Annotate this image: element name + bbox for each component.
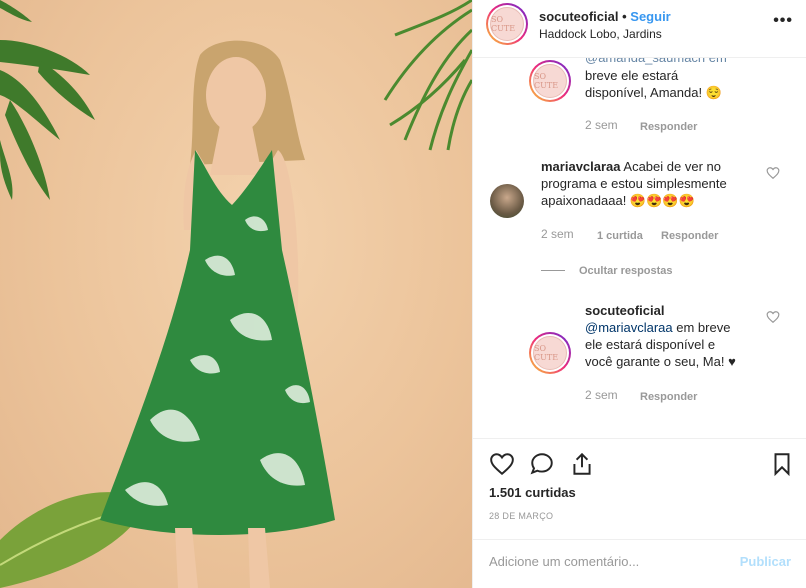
palm-leaf-left [0, 0, 95, 200]
reply-button[interactable]: Responder [640, 389, 697, 403]
comment-icon[interactable] [529, 451, 555, 477]
commenter-avatar[interactable] [490, 184, 524, 218]
commenter-username[interactable]: mariavclaraa [541, 159, 621, 174]
avatar-logo-text: SO CUTE [534, 72, 559, 90]
model-figure [100, 40, 335, 588]
comment-time[interactable]: 2 sem [541, 227, 574, 241]
post-image [0, 0, 472, 588]
share-icon[interactable] [569, 451, 595, 477]
location-link[interactable]: Haddock Lobo, Jardins [539, 27, 662, 41]
reply-button[interactable]: Responder [661, 228, 718, 242]
post-actions: 1.501 curtidas 28 DE MARÇO Adicione um c… [473, 438, 806, 588]
mention-link[interactable]: @mariavclaraa [585, 320, 673, 335]
reply-button[interactable]: Responder [640, 119, 697, 133]
reply-avatar[interactable]: SO CUTE [529, 60, 571, 102]
comment-partial-line: @amanda_saumach em [585, 58, 727, 67]
comment-text: você garante o seu, Ma! ♥ [585, 354, 736, 369]
post-header: SO CUTE socuteoficial • Seguir Haddock L… [473, 0, 806, 58]
avatar-logo-text: SO CUTE [491, 15, 516, 33]
palm-leaf-right [383, 0, 472, 151]
heart-icon[interactable] [766, 166, 780, 180]
username-link[interactable]: socuteoficial [539, 9, 618, 24]
comment-likes[interactable]: 1 curtida [597, 228, 643, 242]
reply-avatar[interactable]: SO CUTE [529, 332, 571, 374]
heart-icon[interactable] [489, 451, 515, 477]
post-panel: SO CUTE socuteoficial • Seguir Haddock L… [472, 0, 806, 588]
commenter-username: socuteoficial [585, 303, 665, 318]
add-comment-bar: Adicione um comentário... Publicar [473, 539, 806, 588]
comment-input[interactable]: Adicione um comentário... [489, 554, 639, 569]
separator-dot: • [622, 9, 627, 24]
comment-text: breve ele estará [585, 68, 679, 83]
publish-button[interactable]: Publicar [740, 554, 791, 569]
avatar-logo-text: SO CUTE [534, 344, 559, 362]
comment-time[interactable]: 2 sem [585, 118, 618, 132]
comment-text: programa e estou simplesmente [541, 176, 727, 191]
header-user-line: socuteoficial • Seguir [539, 9, 671, 24]
comment-text: mariavclaraa Acabei de ver no [541, 159, 721, 174]
likes-count[interactable]: 1.501 curtidas [489, 485, 576, 500]
comment-text: ele estará disponível e [585, 337, 716, 352]
heart-icon[interactable] [766, 310, 780, 324]
more-icon[interactable]: ••• [773, 12, 793, 30]
hide-replies-button[interactable]: Ocultar respostas [579, 263, 673, 277]
post-photo[interactable] [0, 0, 472, 588]
comment-text: disponível, Amanda! 😌 [585, 85, 722, 100]
follow-button[interactable]: Seguir [630, 9, 670, 24]
comments-list[interactable]: SO CUTE @amanda_saumach em breve ele est… [473, 58, 806, 438]
post-date[interactable]: 28 DE MARÇO [489, 511, 553, 521]
comment-text: @mariavclaraa em breve [585, 320, 731, 335]
comment-time[interactable]: 2 sem [585, 388, 618, 402]
profile-avatar[interactable]: SO CUTE [486, 3, 528, 45]
divider-line [541, 270, 565, 271]
bookmark-icon[interactable] [769, 451, 795, 477]
comment-text: apaixonadaaa! 😍😍😍😍 [541, 193, 695, 208]
